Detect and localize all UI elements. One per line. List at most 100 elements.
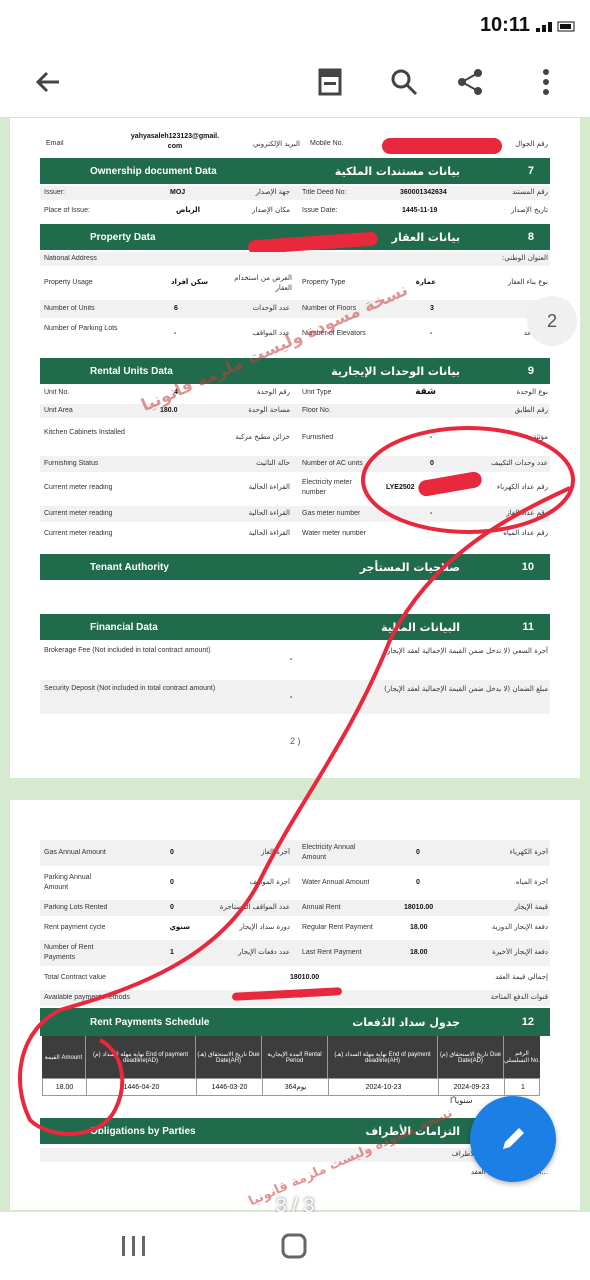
deed-ar: رقم المستند bbox=[512, 188, 548, 196]
document-button[interactable] bbox=[308, 60, 352, 104]
cycle-ar: دورة سداد الإيجار bbox=[239, 923, 290, 931]
total-row: Total Contract value 18010.00 إجمالي قيم… bbox=[40, 970, 550, 986]
unittype-ar: نوع الوحدة bbox=[516, 388, 548, 396]
cell-amount: 18.00 bbox=[43, 1079, 87, 1095]
back-arrow-icon bbox=[35, 71, 59, 93]
type-label: Property Type bbox=[302, 279, 346, 286]
parking-value: - bbox=[174, 330, 177, 337]
elec-amount-label: Electricity Annual Amount bbox=[302, 844, 356, 861]
unitno-row: Unit No. 4 رقم الوحدة Unit Type شقة نوع … bbox=[40, 386, 550, 400]
share-button[interactable] bbox=[448, 60, 492, 104]
gas-meter-value: - bbox=[430, 510, 433, 517]
last-payment-ar: دفعة الإيجار الأخيرة bbox=[492, 948, 548, 956]
col-amount: القيمة Amount bbox=[42, 1036, 86, 1078]
home-icon[interactable] bbox=[280, 1232, 308, 1260]
meter2-ar: القراءة الحالية bbox=[248, 509, 290, 517]
section-number: 8 bbox=[527, 231, 534, 243]
share-icon bbox=[458, 69, 482, 95]
section-schedule-header: Rent Payments Schedule جدول سداد الدُفعا… bbox=[40, 1008, 550, 1036]
lots-ar: عدد المواقف المستأجرة bbox=[219, 903, 290, 911]
page-gap bbox=[0, 778, 590, 800]
water-amount-label: Water Annual Amount bbox=[302, 879, 370, 886]
furnstat-label: Furnishing Status bbox=[44, 460, 99, 467]
address-ar: العنوان الوطني: bbox=[501, 254, 548, 262]
brokerage-value: - bbox=[290, 656, 293, 663]
annual-rent-value: 18010.00 bbox=[404, 904, 434, 911]
cycle-row: Rent payment cycle سنوي دورة سداد الإيجا… bbox=[40, 920, 550, 936]
units-row: Number of Units 6 عدد الوحدات Number of … bbox=[40, 300, 550, 318]
cell-rental-period: 364يوم bbox=[263, 1079, 329, 1095]
issue-date-label: Issue Date: bbox=[302, 207, 338, 214]
unittype-label: Unit Type bbox=[302, 389, 332, 396]
furnished-label: Furnished bbox=[302, 434, 334, 441]
viewer-toolbar bbox=[0, 46, 590, 118]
col-rental-period: المدة الإيجارية Rental Period bbox=[262, 1036, 328, 1078]
units-ar: عدد الوحدات bbox=[252, 304, 290, 312]
furnished-value: - bbox=[430, 434, 433, 441]
back-button[interactable] bbox=[26, 60, 70, 104]
usage-label: Property Usage bbox=[44, 279, 93, 286]
more-vert-icon bbox=[543, 69, 549, 95]
email-label: Email bbox=[46, 140, 64, 147]
page-indicator-badge[interactable]: 2 bbox=[527, 296, 577, 346]
mobile-label: Mobile No. bbox=[310, 140, 344, 147]
ac-ar: عدد وحدات التكييف bbox=[491, 459, 548, 467]
section-title-ar: صلاحيات المستأجر bbox=[359, 560, 460, 574]
place-row: Place of Issue: الرياض مكان الإصدار Issu… bbox=[40, 204, 550, 218]
parking-amount-row: Parking Annual Amount 0 أجرة المواقف Wat… bbox=[40, 870, 550, 896]
recent-apps-icon[interactable] bbox=[120, 1234, 148, 1258]
last-payment-value: 18.00 bbox=[410, 949, 428, 956]
methods-label: Available payment methods bbox=[44, 994, 130, 1001]
deposit-ar: مبلغ الضمان (لا يدخل ضمن القيمة الإجمالي… bbox=[384, 685, 548, 693]
usage-ar: الغرض من استخدام العقار bbox=[234, 274, 292, 292]
section-title-ar: جدول سداد الدُفعات bbox=[352, 1015, 460, 1029]
lots-value: 0 bbox=[170, 904, 174, 911]
parking-label: Number of Parking Lots bbox=[44, 325, 118, 332]
unitno-label: Unit No. bbox=[44, 389, 70, 396]
section-tenant-header: Tenant Authority صلاحيات المستأجر 10 bbox=[40, 554, 550, 580]
ac-value: 0 bbox=[430, 460, 434, 467]
lots-label: Parking Lots Rented bbox=[44, 904, 108, 911]
total-label: Total Contract value bbox=[44, 974, 106, 981]
email-ar-label: البريد الإلكتروني bbox=[253, 140, 300, 148]
section-number: 10 bbox=[521, 561, 534, 573]
furnstat-row: Furnishing Status حالة التأثيث Number of… bbox=[40, 456, 550, 472]
edit-fab-button[interactable] bbox=[470, 1096, 556, 1182]
meter-ar: القراءة الحالية bbox=[248, 483, 290, 491]
gas-meter-ar: رقم عداد الغاز bbox=[506, 509, 548, 517]
annual-rent-label: Annual Rent bbox=[302, 904, 341, 911]
address-label: National Address bbox=[44, 255, 97, 262]
section-title-en: Obligations by Parties bbox=[90, 1125, 196, 1137]
cell-end-deadline-ah: 2024-10-23 bbox=[329, 1079, 439, 1095]
issuer-ar: جهة الإصدار bbox=[255, 188, 290, 196]
unitno-ar: رقم الوحدة bbox=[257, 388, 290, 396]
schedule-note: سنوياً ًا bbox=[450, 1096, 473, 1105]
numpay-row: Number of Rent Payments 1 عدد دفعات الإي… bbox=[40, 940, 550, 966]
parking-amount-label: Parking Annual Amount bbox=[44, 874, 92, 891]
signal-icon bbox=[536, 21, 575, 32]
search-button[interactable] bbox=[382, 60, 426, 104]
more-options-button[interactable] bbox=[524, 60, 568, 104]
usage-value: سكن أفراد bbox=[170, 278, 208, 286]
cell-end-deadline-ad: 1446-04-20 bbox=[87, 1079, 197, 1095]
cycle-value: سنوي bbox=[169, 923, 190, 931]
section-title-en: Property Data bbox=[90, 231, 156, 243]
brokerage-label: Brokerage Fee (Not included in total con… bbox=[44, 647, 211, 654]
mobile-ar-label: رقم الجوال bbox=[515, 140, 548, 148]
usage-row: Property Usage سكن أفراد الغرض من استخدا… bbox=[40, 270, 550, 296]
issue-date-ar: تاريخ الإصدار bbox=[510, 206, 548, 214]
deed-label: Title Deed No: bbox=[302, 189, 347, 196]
water-meter-label: Water meter number bbox=[302, 530, 366, 537]
section-title-en: Rental Units Data bbox=[90, 365, 173, 377]
water-amount-value: 0 bbox=[416, 879, 420, 886]
col-end-deadline-ah: نهاية مهلة السداد (هـ) End of payment de… bbox=[328, 1036, 438, 1078]
area-row: Unit Area 180.0 مساحة الوحدة Floor No. ر… bbox=[40, 404, 550, 418]
furnstat-ar: حالة التأثيث bbox=[256, 459, 290, 467]
regular-payment-label: Regular Rent Payment bbox=[302, 924, 373, 931]
parking-amount-ar: أجرة المواقف bbox=[249, 878, 290, 886]
kitchen-ar: خزائن مطبخ مركبة bbox=[235, 433, 290, 441]
annual-rent-ar: قيمة الإيجار bbox=[514, 903, 548, 911]
search-icon bbox=[391, 69, 418, 96]
section-title-ar: بيانات الوحدات الإيجارية bbox=[331, 364, 460, 378]
email-value: yahyasaleh123123@gmail.com bbox=[130, 133, 220, 150]
